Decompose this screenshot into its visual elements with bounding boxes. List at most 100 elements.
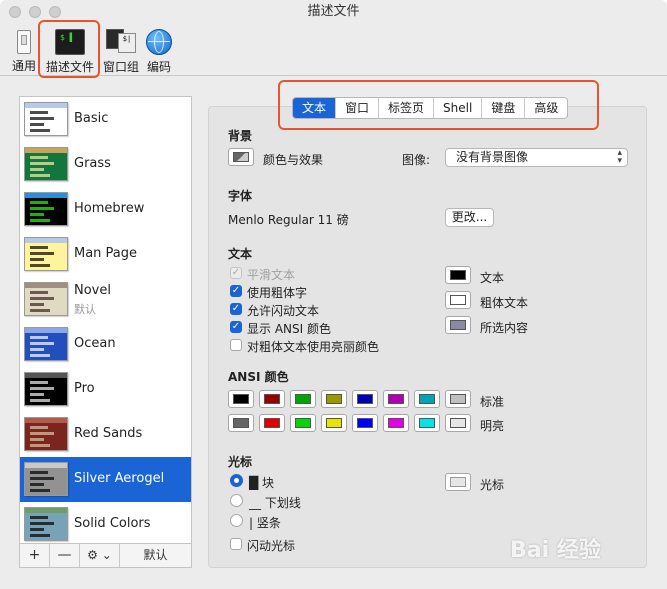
profile-thumbnail: [24, 192, 68, 226]
cursor-style-label: __ 下划线: [249, 496, 301, 510]
ansi-bright-well[interactable]: [414, 414, 440, 432]
ansi-bright-well[interactable]: [352, 414, 378, 432]
color-swatch: [357, 418, 373, 428]
profile-item[interactable]: Pro: [20, 367, 191, 412]
ansi-normal-well[interactable]: [290, 390, 316, 408]
ansi-bright-label: 明亮: [480, 419, 505, 433]
profile-name: Novel: [74, 283, 111, 298]
remove-profile-button[interactable]: —: [50, 544, 80, 567]
profile-item[interactable]: Silver Aerogel: [20, 457, 191, 502]
ansi-normal-label: 标准: [480, 395, 505, 409]
text-color-well[interactable]: [445, 266, 471, 284]
ansi-bright-well[interactable]: [321, 414, 347, 432]
text-option-checkbox[interactable]: [230, 339, 242, 351]
ansi-normal-well[interactable]: [259, 390, 285, 408]
text-option-checkbox[interactable]: ✓: [230, 321, 242, 333]
profile-list-controls: + — ⚙ ⌄ 默认: [19, 543, 192, 568]
profile-thumbnail: [24, 102, 68, 136]
window-group-icon: $|: [106, 29, 136, 55]
background-swatch: [233, 152, 249, 162]
color-effects-label: 颜色与效果: [263, 153, 324, 167]
cursor-section-title: 光标: [228, 455, 253, 469]
profile-thumbnail: [24, 237, 68, 271]
profile-name: Ocean: [74, 336, 116, 351]
ansi-normal-well[interactable]: [445, 390, 471, 408]
color-swatch: [450, 320, 466, 330]
image-label: 图像:: [402, 153, 431, 167]
blink-cursor-checkbox[interactable]: [230, 538, 242, 550]
profile-thumbnail: [24, 507, 68, 541]
color-swatch: [388, 394, 404, 404]
toolbar-encodings-label: 编码: [146, 60, 171, 74]
change-font-button[interactable]: 更改...: [445, 208, 494, 227]
color-swatch: [450, 394, 466, 404]
color-swatch: [450, 295, 466, 305]
blink-cursor-label: 闪动光标: [247, 539, 296, 553]
color-swatch: [326, 418, 342, 428]
background-image-value: 没有背景图像: [456, 150, 529, 164]
text-section-title: 文本: [228, 247, 253, 261]
color-swatch: [419, 394, 435, 404]
color-swatch: [326, 394, 342, 404]
gear-menu-button[interactable]: ⚙ ⌄: [80, 544, 120, 567]
profile-name: Pro: [74, 381, 95, 396]
toolbar-encodings[interactable]: 编码: [142, 26, 176, 75]
text-color-well[interactable]: [445, 291, 471, 309]
profile-name: Silver Aerogel: [74, 471, 165, 486]
ansi-bright-well[interactable]: [290, 414, 316, 432]
profile-item[interactable]: Grass: [20, 142, 191, 187]
toolbar-window-groups[interactable]: $| 窗口组: [100, 26, 142, 75]
zoom-button[interactable]: [49, 6, 61, 18]
profile-thumbnail: [24, 417, 68, 451]
close-button[interactable]: [9, 6, 21, 18]
ansi-bright-well[interactable]: [228, 414, 254, 432]
ansi-bright-well[interactable]: [383, 414, 409, 432]
add-profile-button[interactable]: +: [20, 544, 50, 567]
profile-item[interactable]: Solid Colors: [20, 502, 191, 547]
profile-item[interactable]: Red Sands: [20, 412, 191, 457]
toolbar-general[interactable]: 通用: [8, 26, 40, 74]
ansi-normal-well[interactable]: [414, 390, 440, 408]
globe-icon: [146, 29, 172, 55]
text-option-checkbox[interactable]: ✓: [230, 303, 242, 315]
profile-name: Grass: [74, 156, 111, 171]
highlight-profiles: [38, 20, 100, 78]
background-section-title: 背景: [228, 129, 253, 143]
text-color-label: 所选内容: [480, 321, 529, 335]
font-value: Menlo Regular 11 磅: [228, 213, 349, 227]
text-color-well[interactable]: [445, 316, 471, 334]
watermark: Bai 经验: [510, 538, 601, 563]
highlight-tabs: [278, 80, 599, 130]
profile-name: Homebrew: [74, 201, 145, 216]
profile-name: Basic: [74, 111, 109, 126]
profile-item[interactable]: Homebrew: [20, 187, 191, 232]
profile-item[interactable]: Novel 默认: [20, 277, 191, 322]
minimize-button[interactable]: [29, 6, 41, 18]
color-swatch: [264, 394, 280, 404]
cursor-style-radio[interactable]: [230, 474, 243, 487]
profile-item[interactable]: Man Page: [20, 232, 191, 277]
text-option-checkbox[interactable]: ✓: [230, 285, 242, 297]
background-color-well[interactable]: [228, 148, 254, 166]
ansi-bright-well[interactable]: [259, 414, 285, 432]
settings-panel: 背景 颜色与效果 图像: 没有背景图像 ▴ ▾ 字体 Menlo Regular …: [208, 106, 647, 568]
color-swatch: [419, 418, 435, 428]
ansi-normal-well[interactable]: [383, 390, 409, 408]
profile-list[interactable]: Basic Grass Homebrew Man Page Novel 默认 Ocean Pr…: [19, 96, 192, 568]
cursor-style-radio[interactable]: [230, 514, 243, 527]
background-image-select[interactable]: 没有背景图像 ▴ ▾: [445, 148, 628, 167]
color-swatch: [450, 270, 466, 280]
profile-item[interactable]: Basic: [20, 97, 191, 142]
switch-icon: [17, 30, 31, 54]
ansi-normal-well[interactable]: [228, 390, 254, 408]
ansi-normal-well[interactable]: [352, 390, 378, 408]
cursor-color-well[interactable]: [445, 473, 471, 491]
preferences-window: 描述文件 通用 $ ▌ 描述文件 $| 窗口组 编码 Basic Grass H…: [0, 0, 667, 589]
ansi-normal-well[interactable]: [321, 390, 347, 408]
profile-item[interactable]: Ocean: [20, 322, 191, 367]
default-button[interactable]: 默认: [120, 544, 191, 567]
ansi-bright-well[interactable]: [445, 414, 471, 432]
cursor-style-radio[interactable]: [230, 494, 243, 507]
text-color-label: 粗体文本: [480, 296, 529, 310]
text-option-label: 使用粗体字: [247, 286, 308, 300]
